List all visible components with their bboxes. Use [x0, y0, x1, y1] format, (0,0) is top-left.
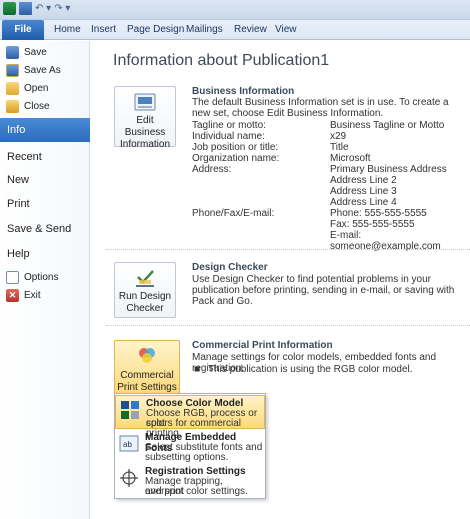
- nav-save-as-label: Save As: [24, 65, 61, 76]
- field-value-organization: Microsoft: [330, 153, 371, 164]
- commercial-print-icon: [139, 348, 155, 363]
- field-label-address: Address:: [192, 164, 232, 175]
- nav-close-label: Close: [24, 101, 50, 112]
- field-label-organization: Organization name:: [192, 153, 280, 164]
- tab-mailings[interactable]: Mailings: [186, 20, 223, 40]
- business-info-title: Business Information: [192, 86, 295, 97]
- nav-info[interactable]: Info: [0, 118, 90, 142]
- nav-save-as[interactable]: Save As: [6, 62, 61, 79]
- tab-insert[interactable]: Insert: [91, 20, 116, 40]
- save-icon: [6, 46, 19, 59]
- exit-icon: ✕: [6, 289, 19, 302]
- title-bar: ↶ ▾ ↷ ▾: [0, 0, 470, 20]
- edit-business-label-1: Edit Business: [124, 115, 166, 138]
- nav-save-send[interactable]: Save & Send: [7, 223, 71, 235]
- nav-new[interactable]: New: [7, 174, 29, 186]
- commercial-print-settings-button[interactable]: Commercial Print Settings ▾: [114, 340, 180, 405]
- ribbon-tab-row: File Home Insert Page Design Mailings Re…: [0, 20, 470, 40]
- run-design-checker-button[interactable]: Run Design Checker: [114, 262, 176, 318]
- nav-exit[interactable]: ✕ Exit: [6, 287, 41, 304]
- field-label-tagline: Tagline or motto:: [192, 120, 266, 131]
- svg-text:ab: ab: [123, 440, 132, 449]
- nav-options-label: Options: [24, 272, 59, 283]
- commercial-print-label-1: Commercial: [120, 370, 174, 381]
- nav-open-label: Open: [24, 83, 49, 94]
- tab-view[interactable]: View: [275, 20, 297, 40]
- field-label-job: Job position or title:: [192, 142, 279, 153]
- tab-file[interactable]: File: [2, 20, 44, 40]
- nav-close[interactable]: Close: [6, 98, 50, 115]
- field-value-tagline: Business Tagline or Motto: [330, 120, 445, 131]
- open-folder-icon: [6, 82, 19, 95]
- nav-help[interactable]: Help: [7, 248, 30, 260]
- commercial-print-title: Commercial Print Information: [192, 340, 333, 351]
- menu-choose-color-model[interactable]: Choose Color Model Choose RGB, process o…: [115, 395, 265, 439]
- business-card-icon: [134, 93, 156, 111]
- field-value-address-4: Address Line 4: [330, 197, 397, 208]
- nav-save-label: Save: [24, 47, 47, 58]
- design-checker-description: Use Design Checker to find potential pro…: [192, 274, 455, 307]
- nav-options[interactable]: Options: [6, 269, 58, 286]
- nav-save[interactable]: Save: [6, 44, 47, 61]
- tab-page-design[interactable]: Page Design: [127, 20, 184, 40]
- undo-icon[interactable]: ↶ ▾: [35, 2, 51, 15]
- section-divider: [106, 249, 470, 250]
- embedded-fonts-icon: ab: [119, 435, 139, 452]
- field-value-address-1: Primary Business Address: [330, 164, 447, 175]
- menu-embedded-fonts-desc-2: subsetting options.: [145, 452, 229, 463]
- options-icon: [6, 271, 19, 284]
- tab-home[interactable]: Home: [54, 20, 81, 40]
- nav-print[interactable]: Print: [7, 198, 30, 210]
- registration-icon: [120, 469, 138, 487]
- field-value-address-3: Address Line 3: [330, 186, 397, 197]
- backstage-nav: Save Save As Open Close Info Recent New …: [0, 41, 90, 519]
- close-folder-icon: [6, 100, 19, 113]
- redo-icon[interactable]: ↷ ▾: [54, 2, 70, 15]
- design-checker-title: Design Checker: [192, 262, 268, 273]
- field-value-job: Title: [330, 142, 349, 153]
- nav-open[interactable]: Open: [6, 80, 48, 97]
- section-divider: [106, 325, 470, 326]
- field-label-individual: Individual name:: [192, 131, 265, 142]
- nav-recent[interactable]: Recent: [7, 151, 42, 163]
- nav-exit-label: Exit: [24, 290, 41, 301]
- menu-registration-settings[interactable]: Registration Settings Manage trapping, o…: [115, 464, 265, 498]
- run-design-label-1: Run Design: [118, 291, 172, 302]
- quick-access-toolbar: ↶ ▾ ↷ ▾: [3, 2, 70, 15]
- field-value-address-2: Address Line 2: [330, 175, 397, 186]
- design-checker-icon: [136, 270, 154, 287]
- edit-business-information-button[interactable]: Edit Business Information: [114, 86, 176, 150]
- rgb-note: This publication is using the RGB color …: [208, 364, 413, 375]
- publisher-app-icon[interactable]: [3, 2, 16, 15]
- edit-business-label-2: Information: [119, 139, 171, 150]
- menu-manage-embedded-fonts[interactable]: ab Manage Embedded Fonts Select substitu…: [115, 430, 265, 464]
- run-design-label-2: Checker: [126, 303, 164, 314]
- field-value-fax: Fax: 555-555-5555: [330, 219, 415, 230]
- rgb-note-bullet-icon: ■: [194, 364, 201, 375]
- field-value-individual: x29: [330, 131, 347, 142]
- menu-registration-desc-2: and spot color settings.: [145, 486, 248, 497]
- field-value-phone: Phone: 555-555-5555: [330, 208, 427, 219]
- field-label-phone: Phone/Fax/E-mail:: [192, 208, 275, 219]
- color-model-icon: [121, 401, 139, 419]
- save-as-icon: [6, 64, 19, 77]
- quick-save-icon[interactable]: [19, 2, 32, 15]
- tab-review[interactable]: Review: [234, 20, 267, 40]
- business-info-description: The default Business Information set is …: [192, 97, 449, 119]
- commercial-print-menu: Choose Color Model Choose RGB, process o…: [114, 393, 266, 499]
- page-title: Information about Publication1: [113, 52, 330, 69]
